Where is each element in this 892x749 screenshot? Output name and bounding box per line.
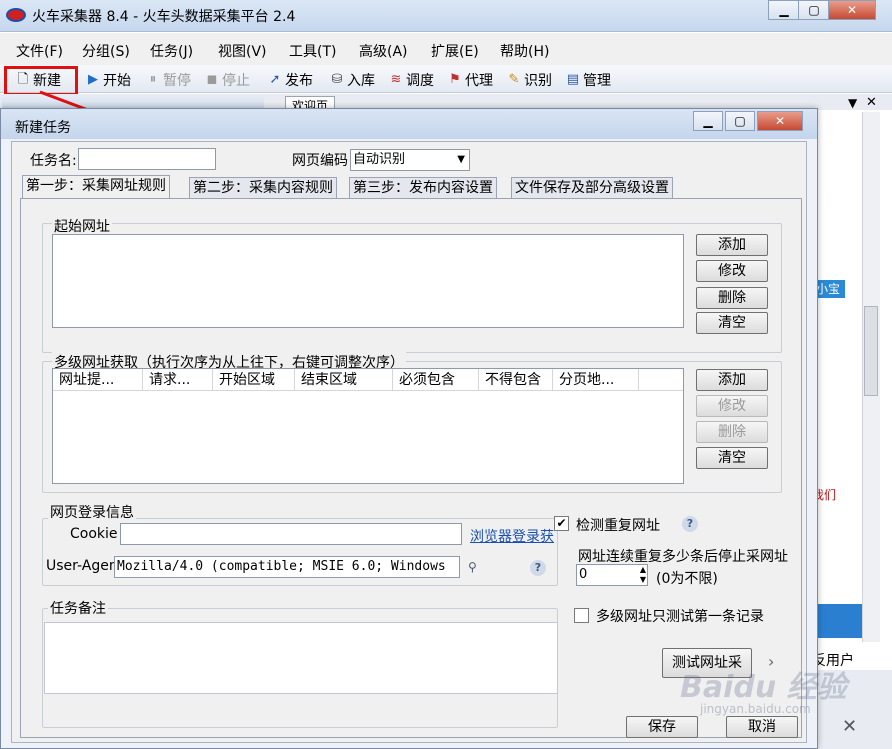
column-header[interactable]: 必须包含 bbox=[393, 369, 479, 391]
spinner-icon[interactable]: ▲ ▼ bbox=[640, 565, 646, 585]
save-button[interactable]: 保存 bbox=[626, 716, 698, 738]
start-url-label: 起始网址 bbox=[52, 216, 112, 236]
column-header[interactable]: 结束区域 bbox=[295, 369, 393, 391]
start-url-delete-button[interactable]: 删除 bbox=[696, 287, 768, 309]
tab-step2[interactable]: 第二步：采集内容规则 bbox=[189, 177, 337, 198]
stop-repeat-label: 网址连续重复多少条后停止采网址 bbox=[578, 549, 788, 565]
check-duplicate-checkbox[interactable]: ✔ bbox=[554, 516, 569, 531]
start-url-edit-button[interactable]: 修改 bbox=[696, 260, 768, 282]
tab-step1[interactable]: 第一步：采集网址规则 bbox=[22, 175, 170, 198]
encoding-label: 网页编码 bbox=[292, 153, 348, 169]
start-url-add-button[interactable]: 添加 bbox=[696, 234, 768, 256]
multi-url-table[interactable]: 网址提... 请求... 开始区域 结束区域 必须包含 不得包含 分页地... bbox=[52, 368, 684, 484]
tab-step3[interactable]: 第三步：发布内容设置 bbox=[349, 177, 497, 198]
task-name-label: 任务名: bbox=[30, 153, 77, 169]
stop-repeat-input[interactable]: 0 ▲ ▼ bbox=[576, 564, 648, 586]
column-header[interactable]: 网址提... bbox=[53, 369, 143, 391]
help-icon[interactable]: ? bbox=[682, 516, 698, 532]
column-header[interactable]: 分页地... bbox=[553, 369, 639, 391]
browser-login-link[interactable]: 浏览器登录获 bbox=[470, 526, 562, 546]
check-duplicate-label: 检测重复网址 bbox=[576, 518, 660, 534]
cancel-button[interactable]: 取消 bbox=[726, 716, 798, 738]
task-name-input[interactable] bbox=[78, 148, 216, 170]
notes-textarea[interactable] bbox=[44, 622, 558, 694]
help-icon[interactable]: ? bbox=[530, 560, 546, 576]
dialog-close-button[interactable]: ✕ bbox=[757, 111, 803, 131]
dialog-title: 新建任务 bbox=[15, 120, 71, 136]
login-label: 网页登录信息 bbox=[48, 502, 136, 522]
multi-url-clear-button[interactable]: 清空 bbox=[696, 447, 768, 469]
column-header[interactable]: 不得包含 bbox=[479, 369, 553, 391]
ua-picker-icon[interactable]: ⚲ bbox=[468, 560, 477, 574]
new-task-dialog: 新建任务 ▁ ▢ ✕ 任务名: 网页编码 自动识别 ▼ 第一步：采集网址规则 第… bbox=[0, 108, 818, 749]
dropdown-arrow-icon: ▼ bbox=[457, 154, 465, 165]
user-agent-label: User-Agent bbox=[46, 558, 114, 574]
dialog-minimize-button[interactable]: ▁ bbox=[693, 111, 723, 131]
multi-url-delete-button[interactable]: 删除 bbox=[696, 421, 768, 443]
multi-url-add-button[interactable]: 添加 bbox=[696, 369, 768, 391]
dialog-maximize-button[interactable]: ▢ bbox=[725, 111, 755, 131]
cookie-input[interactable] bbox=[120, 523, 462, 545]
dialog-body: 任务名: 网页编码 自动识别 ▼ 第一步：采集网址规则 第二步：采集内容规则 第… bbox=[11, 141, 807, 743]
user-agent-input[interactable]: Mozilla/4.0 (compatible; MSIE 6.0; Windo… bbox=[114, 556, 460, 578]
cookie-label: Cookie bbox=[70, 526, 118, 542]
baidu-watermark: Baidu 经验 bbox=[680, 670, 847, 705]
multi-first-only-checkbox[interactable] bbox=[574, 608, 589, 623]
encoding-select[interactable]: 自动识别 ▼ bbox=[350, 149, 470, 171]
notes-label: 任务备注 bbox=[48, 598, 108, 618]
start-url-list[interactable] bbox=[52, 234, 684, 328]
column-header[interactable]: 开始区域 bbox=[213, 369, 295, 391]
stop-repeat-hint: (0为不限) bbox=[656, 571, 718, 587]
multi-first-only-label: 多级网址只测试第一条记录 bbox=[596, 609, 764, 625]
tab-file-save[interactable]: 文件保存及部分高级设置 bbox=[511, 177, 673, 198]
multi-url-table-header: 网址提... 请求... 开始区域 结束区域 必须包含 不得包含 分页地... bbox=[53, 369, 683, 391]
multi-url-edit-button[interactable]: 修改 bbox=[696, 395, 768, 417]
dialog-title-bar: 新建任务 ▁ ▢ ✕ bbox=[1, 109, 817, 139]
column-header[interactable]: 请求... bbox=[143, 369, 213, 391]
baidu-watermark-url: jingyan.baidu.com bbox=[700, 702, 811, 716]
start-url-clear-button[interactable]: 清空 bbox=[696, 312, 768, 334]
